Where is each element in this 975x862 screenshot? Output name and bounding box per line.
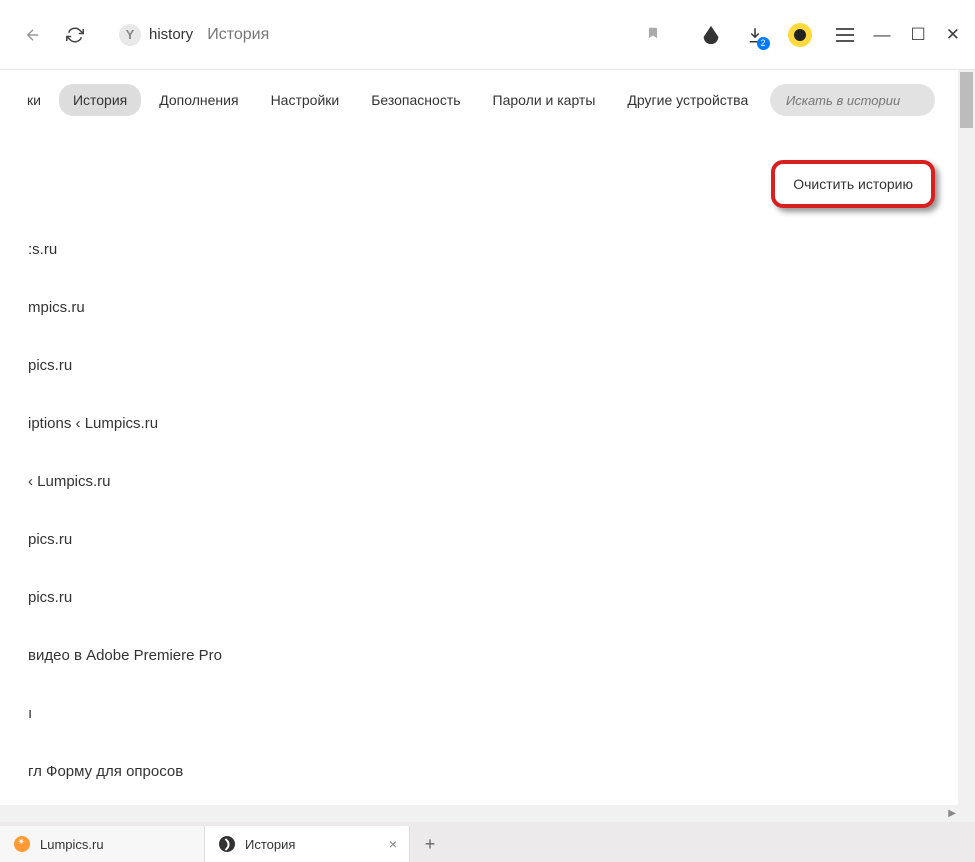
url-subtext: История bbox=[207, 26, 269, 44]
clear-history-wrap: Очистить историю bbox=[771, 160, 935, 208]
nav-tab-settings[interactable]: Настройки bbox=[257, 84, 354, 116]
minimize-button[interactable]: — bbox=[874, 25, 891, 45]
close-tab-icon[interactable]: × bbox=[389, 836, 397, 852]
history-list: :s.ru mpics.ru pics.ru iptions ‹ Lumpics… bbox=[0, 220, 400, 800]
toolbar-right-icons: 2 bbox=[700, 23, 856, 47]
download-badge: 2 bbox=[757, 37, 770, 50]
maximize-button[interactable]: ☐ bbox=[911, 25, 926, 45]
history-item[interactable]: видео в Adobe Premiere Pro bbox=[0, 626, 400, 684]
nav-tab-passwords[interactable]: Пароли и карты bbox=[479, 84, 610, 116]
lumpics-favicon bbox=[14, 836, 30, 852]
browser-toolbar: Y history История 2 — ☐ ✕ bbox=[0, 0, 975, 70]
alice-icon[interactable] bbox=[700, 24, 722, 46]
clear-history-button[interactable]: Очистить историю bbox=[771, 160, 935, 208]
history-item[interactable]: pics.ru bbox=[0, 336, 400, 394]
yandex-icon: Y bbox=[119, 24, 141, 46]
menu-button[interactable] bbox=[834, 24, 856, 46]
tab-label: Lumpics.ru bbox=[40, 837, 104, 852]
url-text: history bbox=[149, 26, 193, 43]
search-placeholder: Искать в истории bbox=[786, 93, 900, 108]
tab-label: История bbox=[245, 837, 295, 852]
scrollbar-thumb[interactable] bbox=[960, 72, 973, 128]
nav-tab-history[interactable]: История bbox=[59, 84, 141, 116]
horizontal-scrollbar[interactable]: ▶ bbox=[0, 805, 958, 822]
nav-tab-security[interactable]: Безопасность bbox=[357, 84, 474, 116]
address-bar[interactable]: Y history История bbox=[105, 15, 684, 55]
settings-nav: ки История Дополнения Настройки Безопасн… bbox=[0, 70, 975, 130]
tab-history[interactable]: История × bbox=[205, 826, 410, 862]
history-item[interactable]: pics.ru bbox=[0, 510, 400, 568]
history-item[interactable]: mpics.ru bbox=[0, 278, 400, 336]
history-item[interactable]: ‹ Lumpics.ru bbox=[0, 452, 400, 510]
history-item[interactable]: :s.ru bbox=[0, 220, 400, 278]
new-tab-button[interactable]: + bbox=[410, 826, 450, 862]
back-button[interactable] bbox=[15, 17, 51, 53]
extension-icon[interactable] bbox=[788, 23, 812, 47]
search-history-input[interactable]: Искать в истории bbox=[770, 84, 935, 116]
history-favicon bbox=[219, 836, 235, 852]
tab-lumpics[interactable]: Lumpics.ru bbox=[0, 826, 205, 862]
window-controls: — ☐ ✕ bbox=[874, 25, 961, 45]
nav-tab-devices[interactable]: Другие устройства bbox=[613, 84, 762, 116]
history-item[interactable]: iptions ‹ Lumpics.ru bbox=[0, 394, 400, 452]
bookmark-icon[interactable] bbox=[646, 24, 660, 46]
reload-button[interactable] bbox=[57, 17, 93, 53]
history-item[interactable]: pics.ru bbox=[0, 568, 400, 626]
tab-bar: Lumpics.ru История × + bbox=[0, 822, 975, 862]
nav-tab-cut[interactable]: ки bbox=[27, 84, 55, 116]
scroll-right-arrow[interactable]: ▶ bbox=[948, 808, 956, 819]
nav-tab-addons[interactable]: Дополнения bbox=[145, 84, 252, 116]
history-item[interactable]: гл Форму для опросов bbox=[0, 742, 400, 800]
vertical-scrollbar[interactable] bbox=[958, 70, 975, 822]
history-item[interactable]: ı bbox=[0, 684, 400, 742]
close-button[interactable]: ✕ bbox=[946, 25, 960, 45]
downloads-icon[interactable]: 2 bbox=[744, 24, 766, 46]
